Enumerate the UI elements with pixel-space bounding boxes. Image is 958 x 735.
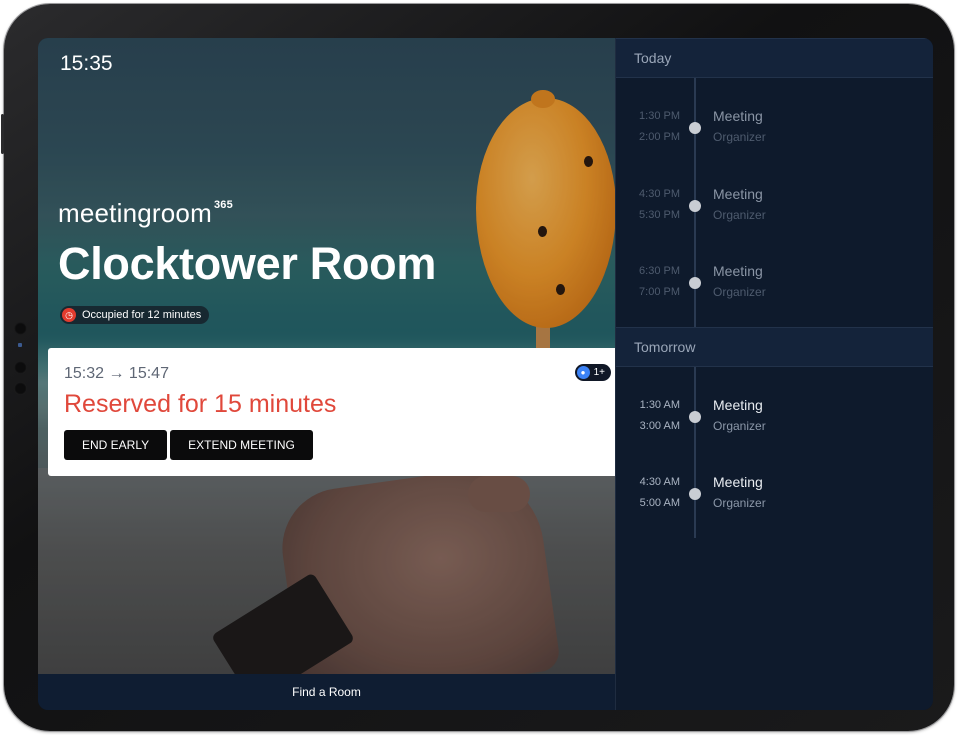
screen: 15:35 meetingroom 365 Clocktower Room ◷ O…	[38, 38, 933, 710]
timeline-dot	[689, 277, 701, 289]
extend-meeting-button[interactable]: EXTEND MEETING	[170, 430, 313, 460]
event-title: Meeting	[713, 474, 763, 490]
event-organizer: Organizer	[713, 130, 766, 144]
camera-array	[12, 322, 30, 403]
day-events: 1:30 AM 3:00 AM Meeting Organizer 4:30 AM 5:0…	[616, 366, 933, 538]
event-start: 4:30 PM	[639, 187, 680, 200]
event-end: 5:00 AM	[639, 497, 680, 509]
event-title: Meeting	[713, 185, 763, 202]
event-organizer: Organizer	[713, 285, 766, 299]
event-organizer: Organizer	[713, 496, 766, 510]
meeting-time-range: 15:32 → 15:47	[64, 365, 169, 382]
event-start: 1:30 AM	[639, 398, 680, 411]
room-name: Clocktower Room	[58, 238, 437, 289]
attendees-badge[interactable]: ● 1+	[574, 364, 611, 381]
schedule-event[interactable]: 4:30 PM 5:30 PM Meeting Organizer	[616, 164, 933, 242]
camera-lens	[14, 382, 27, 395]
room-panel: 15:35 meetingroom 365 Clocktower Room ◷ O…	[38, 38, 615, 674]
event-start: 1:30 PM	[639, 110, 680, 122]
clock-icon: ◷	[62, 308, 76, 322]
schedule-event[interactable]: 4:30 AM 5:00 AM Meeting Organizer	[616, 452, 933, 530]
event-times: 4:30 PM 5:30 PM	[616, 184, 680, 226]
event-start: 4:30 AM	[639, 476, 680, 488]
event-end: 3:00 AM	[639, 419, 680, 432]
find-room-label: Find a Room	[292, 685, 361, 699]
event-times: 4:30 AM 5:00 AM	[616, 472, 680, 514]
status-text: Occupied for 12 minutes	[82, 309, 202, 321]
person-icon: ●	[576, 366, 590, 379]
brand-logo: meetingroom 365	[58, 198, 233, 228]
timeline-dot	[689, 488, 701, 500]
current-meeting-card: 15:32 → 15:47 ● 1+ Reserved for 15 minut…	[48, 348, 615, 476]
status-badge: ◷ Occupied for 12 minutes	[60, 306, 210, 324]
schedule-panel: Today 1:30 PM 2:00 PM Meeting Organizer 4:30 …	[615, 38, 933, 710]
event-end: 7:00 PM	[639, 286, 680, 298]
find-room-button[interactable]: Find a Room	[38, 674, 615, 710]
camera-sensor	[18, 343, 22, 347]
event-times: 1:30 AM 3:00 AM	[616, 395, 680, 437]
event-organizer: Organizer	[713, 207, 766, 222]
event-title: Meeting	[713, 396, 763, 413]
event-start: 6:30 PM	[639, 265, 680, 277]
end-early-button[interactable]: END EARLY	[64, 430, 168, 460]
event-times: 6:30 PM 7:00 PM	[616, 261, 680, 303]
timeline-dot	[689, 122, 701, 134]
clock: 15:35	[60, 52, 113, 75]
camera-lens	[14, 322, 27, 335]
timeline-dot	[689, 410, 701, 423]
meeting-actions: END EARLY EXTEND MEETING	[64, 430, 313, 460]
event-end: 5:30 PM	[639, 208, 680, 221]
day-header: Today	[616, 38, 933, 78]
schedule-event[interactable]: 1:30 AM 3:00 AM Meeting Organizer	[616, 375, 933, 453]
day-events: 1:30 PM 2:00 PM Meeting Organizer 4:30 PM 5:3…	[616, 78, 933, 327]
event-organizer: Organizer	[713, 418, 766, 433]
tablet-frame: 15:35 meetingroom 365 Clocktower Room ◷ O…	[1, 4, 954, 731]
event-times: 1:30 PM 2:00 PM	[616, 106, 680, 148]
day-header: Tomorrow	[616, 326, 933, 367]
reserved-duration: Reserved for 15 minutes	[64, 390, 337, 418]
timeline-dot	[689, 199, 701, 212]
volume-button	[1, 114, 4, 154]
event-end: 2:00 PM	[639, 131, 680, 143]
event-title: Meeting	[713, 263, 763, 279]
schedule-event[interactable]: 6:30 PM 7:00 PM Meeting Organizer	[616, 241, 933, 319]
camera-lens	[14, 361, 27, 374]
schedule-event[interactable]: 1:30 PM 2:00 PM Meeting Organizer	[616, 86, 933, 164]
event-title: Meeting	[713, 108, 763, 124]
